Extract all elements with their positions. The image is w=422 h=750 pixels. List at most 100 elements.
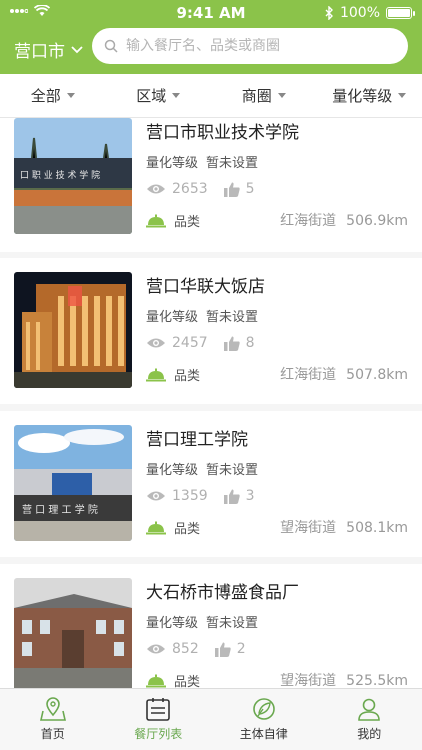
thumbs-up-icon: [223, 489, 240, 504]
quant-label: 量化等级: [146, 156, 199, 171]
dropdown-arrow-icon: [66, 93, 75, 98]
battery-icon: [386, 7, 415, 19]
tab-label: 首页: [40, 727, 65, 741]
eye-icon: [147, 184, 165, 194]
list-icon: [146, 698, 171, 721]
restaurant-photo: 口 职 业 技 术 学 院: [14, 118, 132, 234]
restaurant-photo: [14, 578, 132, 688]
category: 品类: [146, 518, 200, 537]
category-label: 品类: [174, 675, 201, 688]
view-count: 1359: [172, 488, 208, 504]
quant-level: 量化等级 暂未设置: [146, 612, 258, 631]
search-icon: [104, 39, 118, 53]
quant-label: 量化等级: [146, 463, 199, 478]
city-label: 营口市: [14, 42, 65, 62]
dropdown-arrow-icon: [398, 93, 407, 98]
category-label: 品类: [174, 215, 201, 230]
dish-icon: [146, 521, 166, 534]
status-bar: 9:41 AM 100%: [0, 0, 422, 28]
dish-icon: [146, 214, 166, 227]
svg-text:口 职 业 技 术 学 院: 口 职 业 技 术 学 院: [20, 169, 100, 181]
category: 品类: [146, 671, 200, 688]
list-item[interactable]: 营口华联大饭店 量化等级 暂未设置 2457 8 品类 红海街道 507.8km: [0, 258, 422, 404]
view-count: 852: [172, 641, 199, 657]
filter-label: 全部: [30, 87, 61, 105]
list-item[interactable]: 营 口 理 工 学 院 营口理工学院 量化等级 暂未设置 1359 3 品类 望海…: [0, 411, 422, 557]
distance: 506.9km: [346, 213, 408, 229]
leaf-icon: [252, 698, 275, 720]
distance: 525.5km: [346, 673, 408, 688]
thumbs-up-icon: [223, 182, 240, 197]
like-count: 3: [245, 488, 255, 504]
restaurant-name: 大石桥市博盛食品厂: [146, 583, 299, 603]
category-label: 品类: [174, 522, 201, 537]
street: 红海街道: [280, 213, 337, 229]
street: 望海街道: [280, 673, 337, 688]
stats: 852 2: [146, 641, 246, 657]
bluetooth-icon: [325, 6, 333, 20]
category: 品类: [146, 365, 200, 384]
battery-percent: 100%: [339, 5, 380, 21]
restaurant-photo: [14, 272, 132, 388]
distance: 508.1km: [346, 520, 408, 536]
filter-bar: 全部 区域 商圈 量化等级: [0, 74, 422, 118]
city-selector[interactable]: 营口市: [14, 37, 83, 62]
stats: 2653 5: [146, 181, 255, 197]
list-item[interactable]: 大石桥市博盛食品厂 量化等级 暂未设置 852 2 品类 望海街道 525.5km: [0, 564, 422, 688]
filter-region[interactable]: 区域: [106, 74, 212, 117]
filter-business-area[interactable]: 商圈: [211, 74, 317, 117]
status-right: 100%: [325, 5, 415, 21]
like-count: 8: [245, 335, 255, 351]
app: 9:41 AM 100% 营口市 全部: [0, 0, 422, 750]
thumbs-up-icon: [214, 642, 231, 657]
eye-icon: [147, 491, 165, 501]
category: 品类: [146, 211, 200, 230]
restaurant-name: 营口华联大饭店: [146, 277, 265, 297]
quant-level: 量化等级 暂未设置: [146, 459, 258, 478]
eye-icon: [147, 338, 165, 348]
dish-icon: [146, 368, 166, 381]
user-icon: [358, 698, 381, 721]
location: 望海街道 525.5km: [280, 670, 408, 688]
filter-all[interactable]: 全部: [0, 74, 106, 117]
tab-restaurant-list[interactable]: 餐厅列表: [106, 689, 212, 750]
quant-label: 量化等级: [146, 616, 199, 631]
quant-value: 暂未设置: [206, 616, 259, 631]
search-input[interactable]: [126, 38, 386, 54]
filter-label: 量化等级: [332, 87, 393, 105]
location: 望海街道 508.1km: [280, 517, 408, 537]
map-pin-icon: [39, 697, 66, 721]
quant-value: 暂未设置: [206, 463, 259, 478]
search-box[interactable]: [92, 28, 408, 64]
location: 红海街道 507.8km: [280, 364, 408, 384]
tab-profile[interactable]: 我的: [317, 689, 422, 750]
filter-quant-level[interactable]: 量化等级: [317, 74, 422, 117]
tab-label: 主体自律: [239, 727, 288, 741]
restaurant-name: 营口理工学院: [146, 430, 248, 450]
tab-self-discipline[interactable]: 主体自律: [211, 689, 317, 750]
tab-label: 餐厅列表: [134, 727, 183, 741]
dish-icon: [146, 674, 166, 687]
tab-label: 我的: [357, 727, 382, 741]
quant-value: 暂未设置: [206, 310, 259, 325]
thumbs-up-icon: [223, 336, 240, 351]
stats: 1359 3: [146, 488, 255, 504]
tab-home[interactable]: 首页: [0, 689, 106, 750]
quant-label: 量化等级: [146, 310, 199, 325]
filter-label: 商圈: [241, 87, 272, 105]
chevron-down-icon: [71, 45, 83, 53]
restaurant-photo: 营 口 理 工 学 院: [14, 425, 132, 541]
stats: 2457 8: [146, 335, 255, 351]
filter-label: 区域: [136, 87, 167, 105]
dropdown-arrow-icon: [277, 93, 286, 98]
street: 红海街道: [280, 367, 337, 383]
street: 望海街道: [280, 520, 337, 536]
restaurant-name: 营口市职业技术学院: [146, 123, 299, 143]
restaurant-list[interactable]: 口 职 业 技 术 学 院 营口市职业技术学院 量化等级 暂未设置 2653 5 …: [0, 118, 422, 688]
list-item[interactable]: 口 职 业 技 术 学 院 营口市职业技术学院 量化等级 暂未设置 2653 5 …: [0, 118, 422, 252]
quant-value: 暂未设置: [206, 156, 259, 171]
header: 9:41 AM 100% 营口市: [0, 0, 422, 74]
like-count: 2: [236, 641, 246, 657]
view-count: 2653: [172, 181, 208, 197]
like-count: 5: [245, 181, 255, 197]
